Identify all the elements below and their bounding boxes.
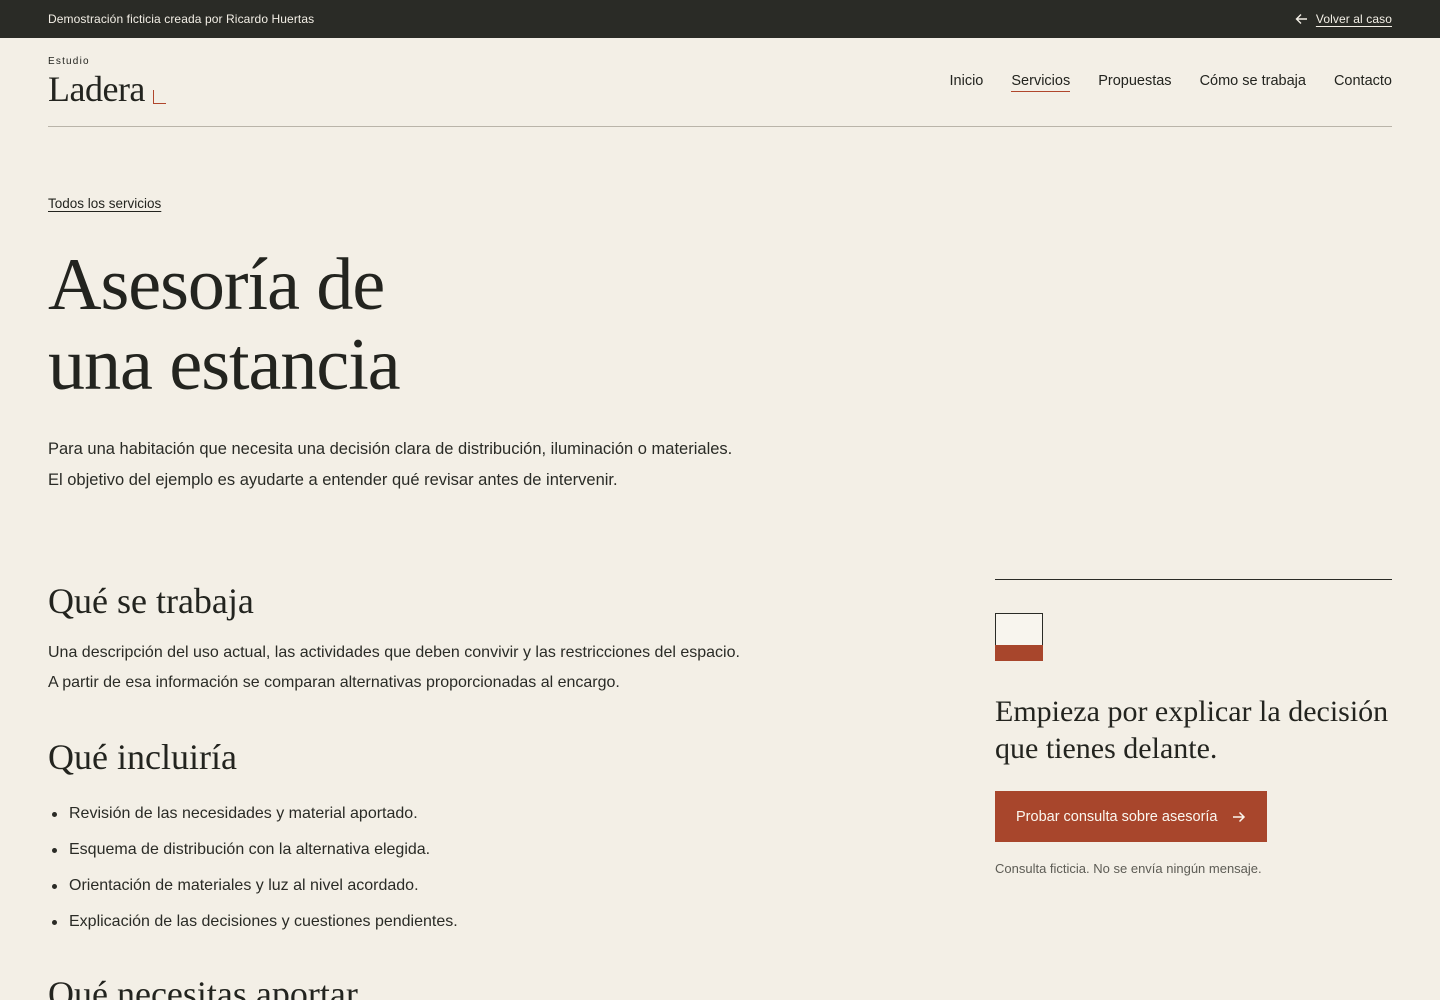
cta-note: Consulta ficticia. No se envía ningún me… bbox=[995, 861, 1262, 876]
logo-text: Ladera bbox=[48, 69, 145, 109]
cta-button-label: Probar consulta sobre asesoría bbox=[1016, 808, 1218, 825]
section-title-que-se-trabaja: Qué se trabaja bbox=[48, 581, 254, 621]
back-to-case-link[interactable]: Volver al caso bbox=[1295, 12, 1392, 26]
logo-corner-mark bbox=[153, 90, 166, 104]
try-consultation-button[interactable]: Probar consulta sobre asesoría bbox=[995, 791, 1267, 842]
page-title-line-1: Asesoría de bbox=[48, 244, 385, 326]
main-nav: Inicio Servicios Propuestas Cómo se trab… bbox=[950, 73, 1392, 92]
logo[interactable]: Estudio Ladera bbox=[48, 56, 166, 109]
page-title-line-2: una estancia bbox=[48, 324, 401, 406]
list-item: Esquema de distribución con la alternati… bbox=[48, 836, 748, 872]
logo-small-text: Estudio bbox=[48, 56, 90, 67]
cta-heading: Empieza por explicar la decisión que tie… bbox=[995, 695, 1389, 765]
list-item: Orientación de materiales y luz al nivel… bbox=[48, 872, 748, 908]
list-item: Explicación de las decisiones y cuestion… bbox=[48, 908, 748, 944]
nav-item-propuestas[interactable]: Propuestas bbox=[1098, 73, 1171, 92]
room-block-fill bbox=[995, 645, 1043, 661]
room-block-icon bbox=[995, 613, 1043, 661]
nav-item-como-se-trabaja[interactable]: Cómo se trabaja bbox=[1200, 73, 1306, 92]
arrow-left-icon bbox=[1295, 13, 1308, 25]
section-title-que-necesitas-aportar: Qué necesitas aportar bbox=[48, 974, 358, 1000]
list-item: Revisión de las necesidades y material a… bbox=[48, 800, 748, 836]
section-title-que-incluiria: Qué incluiría bbox=[48, 737, 237, 777]
page-title: Asesoría de una estancia bbox=[48, 245, 648, 405]
nav-item-inicio[interactable]: Inicio bbox=[950, 73, 984, 92]
demo-notice: Demostración ficticia creada por Ricardo… bbox=[48, 12, 315, 26]
section-text-que-se-trabaja: Una descripción del uso actual, las acti… bbox=[48, 644, 740, 691]
intro-paragraph: Para una habitación que necesita una dec… bbox=[48, 440, 733, 489]
demo-banner: Demostración ficticia creada por Ricardo… bbox=[0, 0, 1440, 38]
back-link-label: Volver al caso bbox=[1315, 12, 1392, 26]
include-list: Revisión de las necesidades y material a… bbox=[48, 800, 748, 944]
site-header: Estudio Ladera Inicio Servicios Propuest… bbox=[48, 38, 1392, 127]
nav-item-contacto[interactable]: Contacto bbox=[1334, 73, 1392, 92]
consultation-panel: Empieza por explicar la decisión que tie… bbox=[995, 579, 1392, 876]
all-services-link[interactable]: Todos los servicios bbox=[48, 196, 161, 211]
arrow-right-icon bbox=[1232, 811, 1246, 823]
nav-item-servicios[interactable]: Servicios bbox=[1011, 73, 1071, 92]
